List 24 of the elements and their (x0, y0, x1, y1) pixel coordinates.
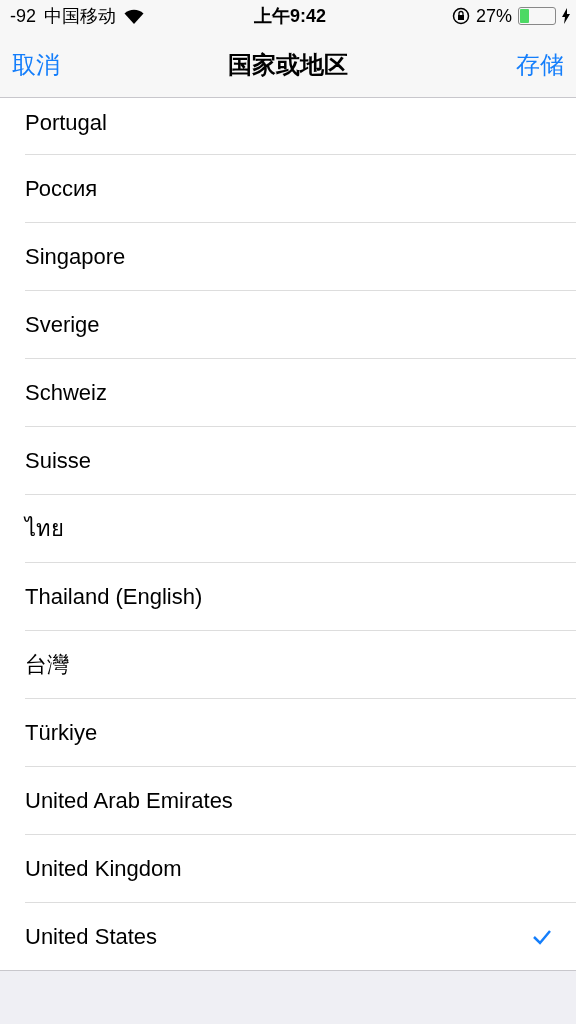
signal-strength: -92 (10, 5, 36, 27)
region-item[interactable]: Thailand (English) (25, 563, 576, 631)
battery-icon (518, 7, 556, 25)
region-item[interactable]: Singapore (25, 223, 576, 291)
region-item[interactable]: Россия (25, 155, 576, 223)
region-item[interactable]: United Kingdom (25, 835, 576, 903)
region-item[interactable]: Portugal (25, 98, 576, 155)
cancel-button[interactable]: 取消 (12, 48, 60, 81)
region-item[interactable]: 台灣 (25, 631, 576, 699)
region-item[interactable]: Schweiz (25, 359, 576, 427)
region-item[interactable]: Suisse (25, 427, 576, 495)
region-item[interactable]: Türkiye (25, 699, 576, 767)
region-item[interactable]: Sverige (25, 291, 576, 359)
wifi-icon (124, 8, 144, 24)
region-item[interactable]: United Arab Emirates (25, 767, 576, 835)
rotation-lock-icon (451, 7, 470, 25)
page-title: 国家或地区 (228, 49, 348, 80)
region-item[interactable]: ไทย (25, 495, 576, 563)
battery-percentage: 27% (475, 5, 512, 27)
clock: 上午9:42 (254, 5, 326, 28)
carrier-name: 中国移动 (44, 5, 116, 28)
save-button[interactable]: 存储 (516, 48, 564, 81)
region-item[interactable]: United States (25, 903, 576, 970)
checkmark-icon (532, 928, 552, 945)
